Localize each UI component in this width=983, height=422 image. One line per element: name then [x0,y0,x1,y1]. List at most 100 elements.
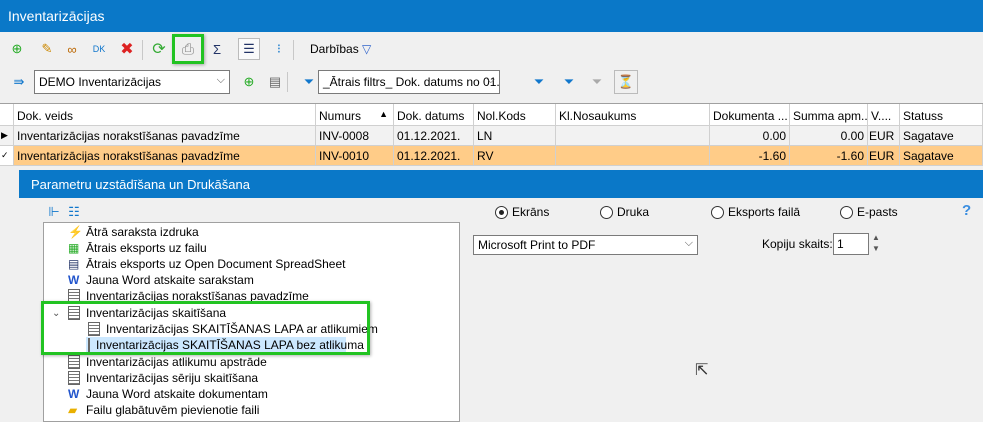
view-list-icon[interactable]: ⇛ [10,73,28,91]
spin-down-icon[interactable]: ▼ [872,243,880,254]
tree-item[interactable]: Inventarizācijas atlikumu apstrāde [68,354,267,370]
tree-item-label: Failu glabātuvēm pievienotie faili [86,403,260,417]
edit-icon[interactable]: ✎ [38,40,56,58]
radio-screen[interactable]: Ekrāns [495,205,549,219]
cell: Sagatave [900,126,983,146]
print-highlight [172,34,204,64]
dk-icon[interactable]: DK [90,40,108,58]
selection-highlight [41,301,370,355]
tree-item-label: Inventarizācijas sēriju skaitīšana [86,371,259,385]
cell [556,146,710,166]
tree-item[interactable]: W Jauna Word atskaite dokumentam [68,386,268,402]
document-icon [68,355,80,369]
user-filter-icon[interactable]: ⏳ [614,70,638,94]
sort-asc-icon: ▲ [379,109,388,119]
word-icon: W [68,387,80,401]
cell: INV-0010 [316,146,394,166]
col-valuta[interactable]: V.... [868,104,900,126]
col-dokumenta[interactable]: Dokumenta ... [710,104,790,126]
filter-icon[interactable]: ⏷ [560,73,578,91]
col-statuss[interactable]: Statuss [900,104,983,126]
document-icon [68,371,80,385]
tree-item-label: Jauna Word atskaite sarakstam [86,273,254,287]
copies-input[interactable]: 1 [833,233,869,255]
cell: 0.00 [710,126,790,146]
spreadsheet-icon: ▤ [68,257,80,271]
cell [556,126,710,146]
cell: INV-0008 [316,126,394,146]
printer-value: Microsoft Print to PDF [478,238,596,252]
tree-item[interactable]: ▰ Failu glabātuvēm pievienotie faili [68,402,259,418]
collapse-tree-icon[interactable]: ☷ [65,203,83,221]
cell: -1.60 [710,146,790,166]
col-numurs-label: Numurs [319,109,362,123]
tree-item-label: Ātrā saraksta izdruka [86,225,199,239]
col-dok-datums[interactable]: Dok. datums [394,104,474,126]
radio-print[interactable]: Druka [600,205,649,219]
radio-email[interactable]: E-pasts [840,205,898,219]
clear-filter-icon[interactable]: ⏷ [588,73,606,91]
cell: -1.60 [790,146,868,166]
cell: 0.00 [790,126,868,146]
header-indicator [0,104,14,126]
table-row[interactable]: ✓ Inventarizācijas norakstīšanas pavadzī… [0,146,983,166]
tree-item-label: Jauna Word atskaite dokumentam [86,387,268,401]
printer-select[interactable]: Microsoft Print to PDF ⌵ [473,235,698,255]
view-select[interactable]: DEMO Inventarizācijas ⌵ [34,70,230,94]
actions-label: Darbības [310,42,359,56]
copies-spinner[interactable]: ▲ ▼ [872,232,880,254]
add-filter-icon[interactable]: ⏷ [530,73,548,91]
col-summa[interactable]: Summa apm... [790,104,868,126]
spin-up-icon[interactable]: ▲ [872,232,880,243]
excel-icon: ▦ [68,241,80,255]
filter-select-value: _Ātrais filtrs_ Dok. datums no 01.11. [323,75,500,89]
chevron-down-icon: ▽ [362,42,372,56]
help-icon[interactable]: ? [962,202,971,219]
cell: 01.12.2021. [394,126,474,146]
view-select-value: DEMO Inventarizācijas [39,75,162,89]
add-view-icon[interactable]: ⊕ [240,73,258,91]
tree-item[interactable]: ▦ Ātrais eksports uz failu [68,240,207,256]
expand-tree-icon[interactable]: ⊩ [45,203,63,221]
cell: Inventarizācijas norakstīšanas pavadzīme [14,126,316,146]
table-view-icon[interactable]: ☰ [238,38,260,60]
folder-icon: ▰ [68,403,78,417]
tree-item-label: Ātrais eksports uz failu [86,241,207,255]
new-document-icon[interactable]: ⊕ [8,40,26,58]
tree-item[interactable]: ⚡ Ātrā saraksta izdruka [68,224,199,240]
radio-label: E-pasts [857,205,898,219]
view-icon[interactable]: ∞ [63,40,81,58]
tree-item[interactable]: Inventarizācijas sēriju skaitīšana [68,370,258,386]
filter-select[interactable]: _Ātrais filtrs_ Dok. datums no 01.11. ⌵ [318,70,500,94]
tree-item-label: Inventarizācijas atlikumu apstrāde [86,355,267,369]
cell: LN [474,126,556,146]
radio-label: Ekrāns [512,205,550,219]
refresh-icon[interactable]: ⟳ [150,40,168,58]
col-numurs[interactable]: Numurs ▲ [316,104,394,126]
cell: EUR [868,126,900,146]
columns-icon[interactable]: ▤ [266,73,284,91]
lightning-icon: ⚡ [68,225,83,239]
radio-export[interactable]: Eksports failā [711,205,800,219]
chevron-down-icon: ⌵ [216,74,225,86]
tree-item[interactable]: W Jauna Word atskaite sarakstam [68,272,254,288]
cell: EUR [868,146,900,166]
chevron-down-icon: ⌵ [684,237,693,249]
actions-menu[interactable]: Darbības ▽ [310,42,371,56]
tree-view-icon[interactable]: ⁝ [270,40,288,58]
tree-item-label: Ātrais eksports uz Open Document SpreadS… [86,257,346,271]
cell: Inventarizācijas norakstīšanas pavadzīme [14,146,316,166]
col-nol-kods[interactable]: Nol.Kods [474,104,556,126]
radio-label: Druka [617,205,650,219]
col-kl-nosaukums[interactable]: Kl.Nosaukums [556,104,710,126]
window-title: Inventarizācijas [0,0,983,32]
cell: RV [474,146,556,166]
cell: 01.12.2021. [394,146,474,166]
delete-icon[interactable]: ✖ [118,40,136,58]
radio-icon [600,205,613,219]
table-row[interactable]: ▶ Inventarizācijas norakstīšanas pavadzī… [0,126,983,146]
tree-item[interactable]: ▤ Ātrais eksports uz Open Document Spread… [68,256,345,272]
filter-edit-icon[interactable]: ⏷ [300,73,318,91]
col-dok-veids[interactable]: Dok. veids [14,104,316,126]
sum-icon[interactable]: Σ [208,40,226,58]
